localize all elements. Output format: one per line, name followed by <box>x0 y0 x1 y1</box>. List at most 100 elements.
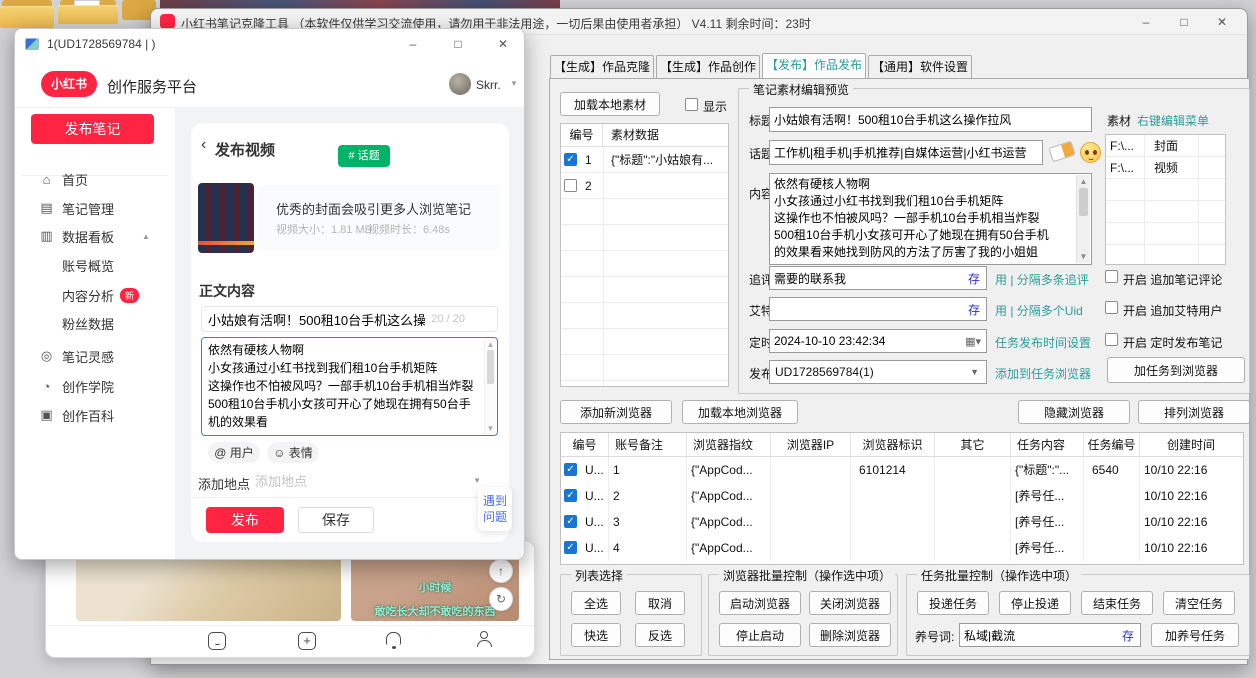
row-checkbox[interactable] <box>564 179 577 192</box>
nurture-keyword-input[interactable] <box>960 628 1116 642</box>
sidebar-item-wiki[interactable]: ▣创作百科 <box>15 401 175 429</box>
note-title-field[interactable]: 20 / 20 <box>201 306 498 332</box>
refresh-button[interactable]: ↻ <box>489 587 513 611</box>
bell-icon[interactable] <box>386 632 401 645</box>
sidebar-item-account-overview[interactable]: 账号概览 <box>15 251 175 279</box>
hide-browser-button[interactable]: 隐藏浏览器 <box>1018 400 1130 424</box>
avatar[interactable] <box>449 73 471 95</box>
followup-field[interactable]: 存 <box>769 266 987 290</box>
note-title-field[interactable] <box>769 107 1092 132</box>
body-scrollbar[interactable]: ▲ ▼ <box>484 339 496 434</box>
show-checkbox[interactable] <box>685 98 698 111</box>
save-button[interactable]: 保存 <box>298 507 374 533</box>
at-input[interactable] <box>770 302 962 316</box>
create-post-icon[interactable]: + <box>298 632 316 650</box>
browser-table-row[interactable]: ✓U...2{"AppCod...[养号任...10/10 22:16 <box>561 483 1243 509</box>
start-browser-button[interactable]: 启动浏览器 <box>719 591 801 615</box>
load-local-browser-button[interactable]: 加载本地浏览器 <box>682 400 798 424</box>
row-checkbox-checked[interactable]: ✓ <box>564 489 577 502</box>
content-textarea[interactable] <box>770 174 1070 262</box>
back-icon[interactable]: ‹ <box>201 136 206 154</box>
clear-task-button[interactable]: 清空任务 <box>1163 591 1235 615</box>
scroll-top-button[interactable]: ↑ <box>489 559 513 583</box>
close-button[interactable]: ✕ <box>488 34 518 54</box>
username[interactable]: Skrr. <box>476 78 501 92</box>
browser-table-row[interactable]: ✓U...1{"AppCod...6101214{"标题":"...654010… <box>561 457 1243 483</box>
tab-clone[interactable]: 【生成】作品克隆 <box>550 55 654 78</box>
maximize-button[interactable]: □ <box>1169 12 1199 32</box>
add-task-to-browser-button[interactable]: 加任务到浏览器 <box>1107 357 1245 383</box>
xhs-titlebar[interactable]: 1(UD1728569784 | ) – □ ✕ <box>15 29 524 59</box>
sidebar-item-inspiration[interactable]: ◎笔记灵感 <box>15 342 175 370</box>
browser-table[interactable]: 编号 账号备注 浏览器指纹 浏览器IP 浏览器标识 其它 任务内容 任务编号 创… <box>560 432 1244 565</box>
end-task-button[interactable]: 结束任务 <box>1081 591 1153 615</box>
sidebar-item-dashboard[interactable]: ▥数据看板▲ <box>15 222 175 250</box>
topic-field[interactable] <box>769 140 1043 165</box>
scroll-up-icon[interactable]: ▲ <box>485 340 496 349</box>
sidebar-item-home[interactable]: ⌂首页 <box>15 165 175 193</box>
row-checkbox-checked[interactable]: ✓ <box>564 541 577 554</box>
at-toggle-checkbox[interactable] <box>1105 301 1118 314</box>
note-title-input[interactable] <box>770 113 1091 127</box>
row-checkbox-checked[interactable]: ✓ <box>564 153 577 166</box>
quick-select-button[interactable]: 快选 <box>571 623 621 647</box>
scroll-down-icon[interactable]: ▼ <box>1077 252 1090 261</box>
publish-hint[interactable]: 添加到任务浏览器 <box>995 365 1091 382</box>
scroll-thumb[interactable] <box>487 350 494 384</box>
stop-deliver-button[interactable]: 停止投递 <box>999 591 1071 615</box>
followup-input[interactable] <box>770 271 962 285</box>
topic-input[interactable] <box>770 146 1042 160</box>
scroll-up-icon[interactable]: ▲ <box>1077 177 1090 186</box>
chevron-down-icon[interactable]: ▼ <box>510 79 518 88</box>
asset-row[interactable]: F:\... 封面 <box>1106 135 1225 157</box>
asset-row[interactable]: F:\... 视频 <box>1106 157 1225 179</box>
add-new-browser-button[interactable]: 添加新浏览器 <box>560 400 672 424</box>
asset-table[interactable]: F:\... 封面 F:\... 视频 <box>1105 134 1226 265</box>
help-floating-tab[interactable]: 遇到 问题 <box>478 487 512 531</box>
note-body-textarea[interactable] <box>202 338 480 432</box>
material-table[interactable]: 编号 素材数据 ✓1 {"标题":"小姑娘有... 2 <box>560 123 729 387</box>
location-select[interactable]: 添加地点 ▼ <box>251 468 481 492</box>
row-checkbox-checked[interactable]: ✓ <box>564 515 577 528</box>
material-row[interactable]: 2 <box>561 173 728 199</box>
publish-button[interactable]: 发布 <box>206 507 284 533</box>
schedule-field[interactable]: ▦▾ <box>769 329 987 353</box>
invert-select-button[interactable]: 反选 <box>635 623 685 647</box>
nurture-keyword-field[interactable]: 存 <box>959 623 1141 647</box>
delete-browser-button[interactable]: 删除浏览器 <box>809 623 891 647</box>
cancel-select-button[interactable]: 取消 <box>635 591 685 615</box>
add-nurture-task-button[interactable]: 加养号任务 <box>1151 623 1239 647</box>
tab-create[interactable]: 【生成】作品创作 <box>656 55 760 78</box>
note-body-field[interactable]: ▲ ▼ <box>201 337 498 436</box>
home-icon[interactable] <box>208 632 226 650</box>
scroll-down-icon[interactable]: ▼ <box>485 424 496 433</box>
followup-hint[interactable]: 用 | 分隔多条追评 <box>995 271 1089 288</box>
row-checkbox-checked[interactable]: ✓ <box>564 463 577 476</box>
mention-user-button[interactable]: @ 用户 <box>208 442 260 463</box>
emoji-button[interactable]: ☺ 表情 <box>267 442 319 463</box>
video-thumbnail[interactable] <box>198 183 254 253</box>
stop-start-button[interactable]: 停止启动 <box>719 623 801 647</box>
emoji-icon[interactable] <box>1080 142 1101 163</box>
content-field[interactable]: ▲ ▼ <box>769 173 1092 265</box>
select-all-button[interactable]: 全选 <box>571 591 621 615</box>
deliver-task-button[interactable]: 投递任务 <box>917 591 989 615</box>
save-link[interactable]: 存 <box>962 270 986 287</box>
save-link[interactable]: 存 <box>1116 627 1140 644</box>
tab-publish[interactable]: 【发布】作品发布 <box>762 53 866 78</box>
browser-table-row[interactable]: ✓U...4{"AppCod...[养号任...10/10 22:16 <box>561 535 1243 561</box>
note-title-input[interactable] <box>202 312 431 327</box>
publish-target-select[interactable]: UD1728569784(1) ▼ <box>769 360 987 384</box>
content-scrollbar[interactable]: ▲ ▼ <box>1076 175 1090 263</box>
profile-icon[interactable] <box>475 631 493 649</box>
asset-context-menu-link[interactable]: 右键编辑菜单 <box>1137 112 1209 129</box>
maximize-button[interactable]: □ <box>443 34 473 54</box>
schedule-hint[interactable]: 任务发布时间设置 <box>995 334 1091 351</box>
eraser-icon[interactable] <box>1048 141 1075 163</box>
load-local-material-button[interactable]: 加载本地素材 <box>560 92 660 116</box>
sidebar-item-content-analysis[interactable]: 内容分析新 <box>15 281 175 309</box>
minimize-button[interactable]: – <box>1131 12 1161 32</box>
tab-settings[interactable]: 【通用】软件设置 <box>868 55 972 78</box>
arrange-browser-button[interactable]: 排列浏览器 <box>1138 400 1250 424</box>
browser-table-row[interactable]: ✓U...3{"AppCod...[养号任...10/10 22:16 <box>561 509 1243 535</box>
